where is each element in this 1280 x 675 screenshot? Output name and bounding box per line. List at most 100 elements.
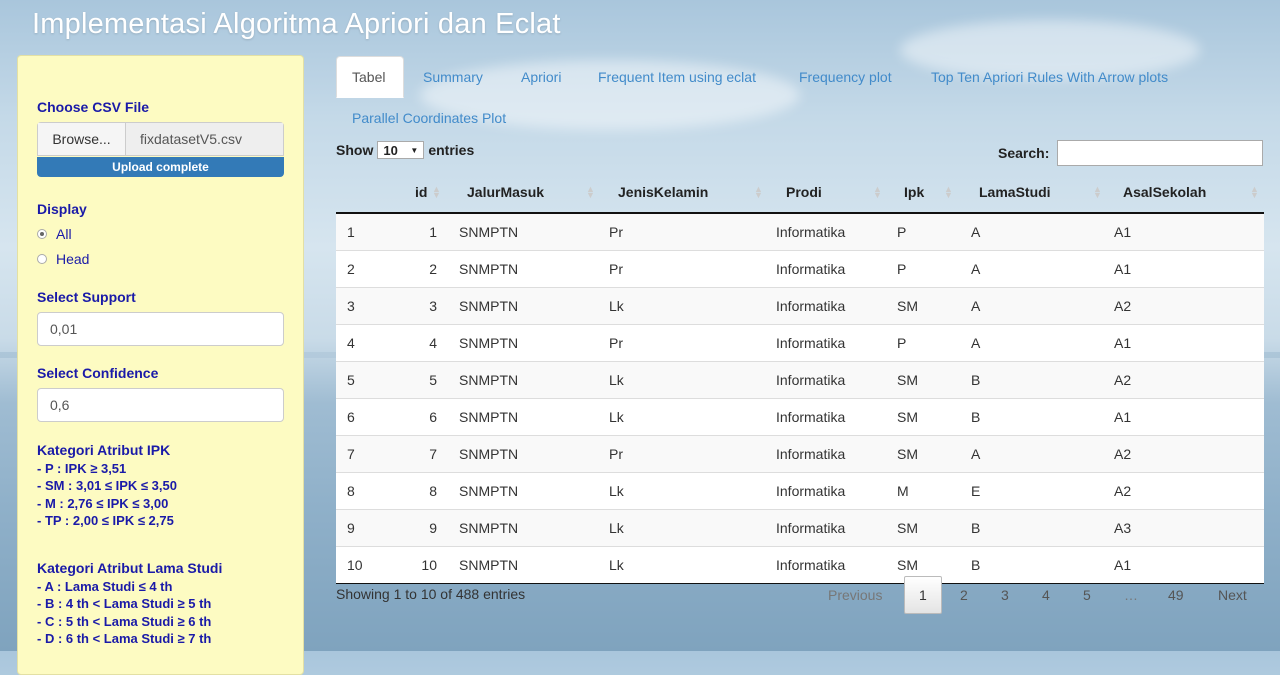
table-cell: 8 — [347, 483, 355, 499]
table-cell: 6 — [347, 409, 355, 425]
search-label: Search: — [998, 145, 1050, 161]
search-input[interactable] — [1057, 140, 1264, 166]
table-cell: Informatika — [776, 557, 846, 573]
table-cell: Pr — [609, 335, 623, 351]
search-control: Search: — [998, 140, 1264, 166]
ipk-item: - TP : 2,00 ≤ IPK ≤ 2,75 — [37, 513, 174, 528]
table-cell: Informatika — [776, 335, 846, 351]
file-input[interactable]: Browse... fixdatasetV5.csv — [37, 122, 284, 156]
ipk-item: - M : 2,76 ≤ IPK ≤ 3,00 — [37, 495, 169, 511]
browse-button[interactable]: Browse... — [38, 123, 126, 155]
lama-studi-category-block: Kategori Atribut Lama Studi - A : Lama S… — [37, 560, 222, 648]
radio-unselected-icon[interactable] — [37, 254, 47, 264]
table-cell: 5 — [429, 372, 437, 388]
confidence-input[interactable]: 0,6 — [37, 388, 284, 422]
table-cell: 2 — [429, 261, 437, 277]
lama-studi-item: - B : 4 th < Lama Studi ≥ 5 th — [37, 596, 212, 611]
column-header-prodi[interactable]: Prodi — [786, 184, 822, 200]
column-header-jalurmasuk[interactable]: JalurMasuk — [467, 184, 544, 200]
table-cell: 10 — [421, 557, 437, 573]
table-cell: Informatika — [776, 298, 846, 314]
column-header-jeniskelamin[interactable]: JenisKelamin — [618, 184, 708, 200]
confidence-label: Select Confidence — [37, 365, 159, 381]
tab-summary[interactable]: Summary — [423, 56, 483, 98]
display-option-all[interactable]: All — [37, 226, 72, 242]
sort-icon: ▲ ▼ — [873, 184, 882, 200]
ipk-item: - P : IPK ≥ 3,51 — [37, 460, 127, 476]
table-cell: B — [971, 557, 981, 573]
table-cell: A1 — [1114, 224, 1132, 240]
support-label: Select Support — [37, 289, 136, 305]
pagination-previous[interactable]: Previous — [828, 576, 882, 614]
tab-parallel-coordinates[interactable]: Parallel Coordinates Plot — [352, 97, 506, 139]
sort-icon: ▲ ▼ — [586, 184, 595, 200]
table-cell: Lk — [609, 409, 624, 425]
table-cell: B — [971, 372, 981, 388]
table-row: 6 6 SNMPTN Lk Informatika SM B A1 — [336, 398, 1264, 435]
table-cell: SNMPTN — [459, 483, 519, 499]
column-header-id[interactable]: id — [415, 184, 427, 200]
table-cell: B — [971, 409, 981, 425]
table-cell: 1 — [429, 224, 437, 240]
pagination-ellipsis: … — [1124, 587, 1138, 603]
table-row: 4 4 SNMPTN Pr Informatika P A A1 — [336, 324, 1264, 361]
pagination-page[interactable]: 3 — [1001, 576, 1009, 614]
table-cell: 7 — [347, 446, 355, 462]
pagination-page-current[interactable]: 1 — [904, 576, 942, 614]
table-row: 1 1 SNMPTN Pr Informatika P A A1 — [336, 214, 1264, 250]
tab-tabel[interactable]: Tabel — [336, 56, 404, 98]
table-cell: SNMPTN — [459, 557, 519, 573]
table-cell: A2 — [1114, 298, 1132, 314]
table-cell: A — [971, 224, 981, 240]
table-cell: B — [971, 520, 981, 536]
table-cell: 1 — [347, 224, 355, 240]
table-cell: 10 — [347, 557, 363, 573]
tab-eclat[interactable]: Frequent Item using eclat — [598, 56, 756, 98]
table-cell: SM — [897, 446, 918, 462]
csv-file-label: Choose CSV File — [37, 99, 150, 115]
table-cell: A — [971, 261, 981, 277]
data-table: id ▲ ▼ JalurMasuk ▲ ▼ JenisKelamin ▲ ▼ Prod… — [336, 174, 1264, 584]
table-cell: E — [971, 483, 981, 499]
tab-arrow-plots[interactable]: Top Ten Apriori Rules With Arrow plots — [931, 56, 1168, 98]
table-cell: P — [897, 335, 907, 351]
table-cell: 5 — [347, 372, 355, 388]
table-cell: Informatika — [776, 520, 846, 536]
table-cell: 9 — [347, 520, 355, 536]
table-cell: 8 — [429, 483, 437, 499]
table-cell: SM — [897, 372, 918, 388]
pagination-page[interactable]: 49 — [1168, 576, 1184, 614]
pagination-page[interactable]: 5 — [1083, 576, 1091, 614]
table-header-row: id ▲ ▼ JalurMasuk ▲ ▼ JenisKelamin ▲ ▼ Prod… — [336, 174, 1264, 214]
entries-select[interactable]: 10 ▼ — [377, 141, 425, 159]
table-cell: SNMPTN — [459, 520, 519, 536]
table-row: 9 9 SNMPTN Lk Informatika SM B A3 — [336, 509, 1264, 546]
table-cell: A1 — [1114, 409, 1132, 425]
sort-icon: ▲ ▼ — [432, 184, 441, 200]
tab-frequency-plot[interactable]: Frequency plot — [799, 56, 892, 98]
table-cell: A — [971, 446, 981, 462]
table-row: 3 3 SNMPTN Lk Informatika SM A A2 — [336, 287, 1264, 324]
column-header-ipk[interactable]: Ipk — [904, 184, 924, 200]
table-cell: SNMPTN — [459, 335, 519, 351]
table-body: 1 1 SNMPTN Pr Informatika P A A1 2 2 SNMPTN Pr Infor… — [336, 214, 1264, 584]
table-cell: 3 — [429, 298, 437, 314]
pagination-page[interactable]: 2 — [960, 576, 968, 614]
table-row: 8 8 SNMPTN Lk Informatika M E A2 — [336, 472, 1264, 509]
tab-apriori[interactable]: Apriori — [521, 56, 561, 98]
sort-icon: ▲ ▼ — [1093, 184, 1102, 200]
pagination-next[interactable]: Next — [1218, 576, 1247, 614]
sort-icon: ▲ ▼ — [1250, 184, 1259, 200]
column-header-asalsekolah[interactable]: AsalSekolah — [1123, 184, 1206, 200]
table-cell: 4 — [347, 335, 355, 351]
pagination-page[interactable]: 4 — [1042, 576, 1050, 614]
table-cell: Lk — [609, 372, 624, 388]
table-cell: SM — [897, 557, 918, 573]
sidebar-panel: Choose CSV File Browse... fixdatasetV5.c… — [17, 55, 304, 675]
table-cell: 6 — [429, 409, 437, 425]
table-row: 7 7 SNMPTN Pr Informatika SM A A2 — [336, 435, 1264, 472]
display-option-head[interactable]: Head — [37, 251, 89, 267]
radio-selected-icon[interactable] — [37, 229, 47, 239]
column-header-lamastudi[interactable]: LamaStudi — [979, 184, 1051, 200]
support-input[interactable]: 0,01 — [37, 312, 284, 346]
